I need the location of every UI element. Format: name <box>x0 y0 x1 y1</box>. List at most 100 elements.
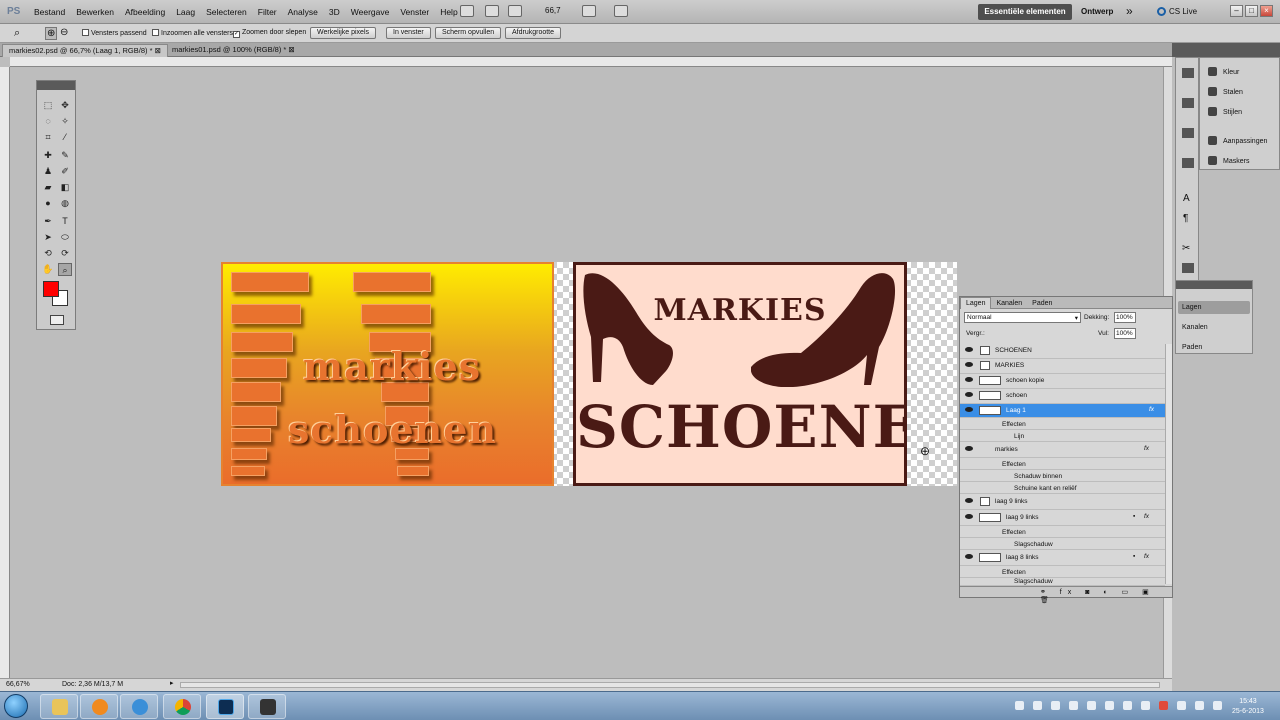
dock-item-kleur[interactable]: Kleur <box>1208 67 1239 76</box>
tab-kanalen[interactable]: Kanalen <box>991 298 1027 309</box>
eyedropper-tool-icon[interactable]: ⁄ <box>58 131 72 144</box>
workspace-essentials-button[interactable]: Essentiële elementen <box>978 4 1072 20</box>
eye-icon[interactable] <box>965 446 973 451</box>
layers-scrollbar[interactable] <box>1165 344 1172 584</box>
mini-item-kanalen[interactable]: Kanalen <box>1182 324 1208 331</box>
view-extras-icon[interactable] <box>508 5 522 17</box>
layer-effect-row[interactable]: Slagschaduw <box>960 578 1165 586</box>
start-button-icon[interactable] <box>4 694 28 718</box>
minimize-icon[interactable]: – <box>1230 5 1243 17</box>
layer-row[interactable]: markies fx <box>960 443 1165 458</box>
maximize-icon[interactable]: □ <box>1245 5 1258 17</box>
tray-icon[interactable] <box>1159 701 1168 710</box>
eye-icon[interactable] <box>965 362 973 367</box>
layer-row[interactable]: schoen <box>960 389 1165 404</box>
tab-markies02[interactable]: markies02.psd @ 66,7% (Laag 1, RGB/8) * … <box>2 44 168 57</box>
swatches-panel-icon[interactable] <box>1182 98 1194 108</box>
cs-live-button[interactable]: CS Live <box>1157 7 1197 16</box>
color-panel-icon[interactable] <box>1182 68 1194 78</box>
tray-icon[interactable] <box>1105 701 1114 710</box>
marquee-tool-icon[interactable]: ⬚ <box>41 99 55 112</box>
clone-stamp-tool-icon[interactable]: ♟ <box>41 165 55 178</box>
close-icon[interactable]: × <box>1260 5 1273 17</box>
workspace-design-button[interactable]: Ontwerp <box>1081 7 1113 16</box>
screen-mode-icon[interactable] <box>614 5 628 17</box>
zoom-tool-icon[interactable]: ⌕ <box>58 263 72 276</box>
menu-3d[interactable]: 3D <box>329 7 340 17</box>
gradient-tool-icon[interactable]: ◧ <box>58 181 72 194</box>
menu-selecteren[interactable]: Selecteren <box>206 7 247 17</box>
arrange-documents-icon[interactable] <box>582 5 596 17</box>
healing-brush-tool-icon[interactable]: ✚ <box>41 149 55 162</box>
eye-icon[interactable] <box>965 392 973 397</box>
eye-icon[interactable] <box>965 514 973 519</box>
menu-analyse[interactable]: Analyse <box>288 7 318 17</box>
3d-orbit-tool-icon[interactable]: ⟳ <box>58 247 72 260</box>
bridge-icon[interactable] <box>460 5 474 17</box>
tray-icon[interactable] <box>1123 701 1132 710</box>
eye-icon[interactable] <box>965 407 973 412</box>
quick-mask-icon[interactable] <box>50 315 64 325</box>
fx-icon[interactable]: fx <box>1144 445 1149 452</box>
character-panel-icon[interactable]: A <box>1183 193 1190 204</box>
internet-explorer-taskbar-icon[interactable] <box>120 694 158 719</box>
zoom-out-icon[interactable]: ⊖ <box>60 27 68 38</box>
crop-tool-icon[interactable]: ⌗ <box>41 131 55 144</box>
move-tool-icon[interactable]: ✥ <box>58 99 72 112</box>
pen-tool-icon[interactable]: ✒ <box>41 215 55 228</box>
tab-paden[interactable]: Paden <box>1027 298 1057 309</box>
photoshop-taskbar-icon[interactable] <box>206 694 244 719</box>
menu-laag[interactable]: Laag <box>176 7 195 17</box>
tab-markies01[interactable]: markies01.psd @ 100% (RGB/8) * ⊠ <box>166 44 301 57</box>
dock-item-stijlen[interactable]: Stijlen <box>1208 107 1242 116</box>
paragraph-panel-icon[interactable]: ¶ <box>1183 213 1188 224</box>
layer-effect-row[interactable]: Schaduw binnen <box>960 470 1165 482</box>
zoom-level-select[interactable]: 66,7 <box>545 6 561 15</box>
explorer-taskbar-icon[interactable] <box>40 694 78 719</box>
layer-effects-row[interactable]: Effecten <box>960 458 1165 470</box>
3d-rotate-tool-icon[interactable]: ⟲ <box>41 247 55 260</box>
menu-bestand[interactable]: Bestand <box>34 7 65 17</box>
chrome-taskbar-icon[interactable] <box>163 694 201 719</box>
tab-lagen[interactable]: Lagen <box>960 297 992 309</box>
tab-close-icon[interactable]: ⊠ <box>288 45 294 54</box>
tray-icon[interactable] <box>1051 701 1060 710</box>
tools-panel-icon[interactable]: ✂ <box>1182 243 1190 254</box>
menu-weergave[interactable]: Weergave <box>351 7 390 17</box>
layer-row[interactable]: laag 9 links ▪ fx <box>960 511 1165 526</box>
dock-item-aanpassingen[interactable]: Aanpassingen <box>1208 136 1267 145</box>
foreground-color-swatch[interactable] <box>43 281 59 297</box>
taskbar-clock[interactable]: 15:43 25-6-2013 <box>1232 697 1264 717</box>
mini-item-paden[interactable]: Paden <box>1182 344 1202 351</box>
eye-icon[interactable] <box>965 498 973 503</box>
tray-icon[interactable] <box>1177 701 1186 710</box>
layer-row[interactable]: MARKIES <box>960 359 1165 374</box>
blur-tool-icon[interactable]: ● <box>41 197 55 210</box>
tray-icon[interactable] <box>1141 701 1150 710</box>
tray-icon[interactable] <box>1069 701 1078 710</box>
layer-row-selected[interactable]: Laag 1 fx <box>960 404 1165 418</box>
eraser-tool-icon[interactable]: ▰ <box>41 181 55 194</box>
tab-close-icon[interactable]: ⊠ <box>155 46 161 55</box>
dodge-tool-icon[interactable]: ◍ <box>58 197 72 210</box>
type-tool-icon[interactable]: T <box>58 215 72 228</box>
tray-icon[interactable] <box>1087 701 1096 710</box>
layer-effect-row[interactable]: Slagschaduw <box>960 538 1165 550</box>
menu-bewerken[interactable]: Bewerken <box>76 7 114 17</box>
in-window-button[interactable]: In venster <box>386 27 431 39</box>
eye-icon[interactable] <box>965 554 973 559</box>
shape-tool-icon[interactable]: ⬭ <box>58 231 72 244</box>
eye-icon[interactable] <box>965 347 973 352</box>
layer-effect-row[interactable]: Schuine kant en reliëf <box>960 482 1165 494</box>
workspace-more-button[interactable]: » <box>1126 4 1133 18</box>
menu-filter[interactable]: Filter <box>258 7 277 17</box>
tray-icon[interactable] <box>1033 701 1042 710</box>
fit-windows-checkbox[interactable]: Vensters passend <box>82 29 147 37</box>
mini-layers-header[interactable] <box>1176 281 1252 289</box>
eye-icon[interactable] <box>965 377 973 382</box>
layer-effect-row[interactable]: Lijn <box>960 430 1165 442</box>
status-zoom[interactable]: 66,67% <box>6 681 30 688</box>
hand-tool-icon[interactable]: ✋ <box>41 263 55 276</box>
lasso-tool-icon[interactable]: ◌ <box>41 115 55 128</box>
media-player-taskbar-icon[interactable] <box>80 694 118 719</box>
